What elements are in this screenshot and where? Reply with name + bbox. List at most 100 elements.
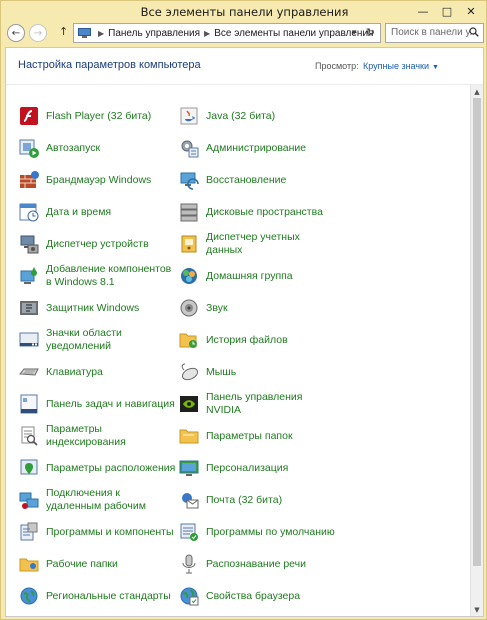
cp-item-label: Параметры расположения: [46, 461, 176, 474]
control-panel-icon: [78, 28, 91, 38]
cp-item-programs[interactable]: Программы и компоненты: [18, 517, 178, 547]
sound-icon: [180, 299, 198, 317]
cp-item-device-manager[interactable]: Диспетчер устройств: [18, 229, 178, 259]
maximize-button[interactable]: □: [436, 3, 458, 19]
cp-item-work-folders[interactable]: Рабочие папки: [18, 549, 178, 579]
java-icon: [180, 107, 198, 125]
minimize-icon: —: [417, 4, 429, 18]
minimize-button[interactable]: —: [412, 3, 434, 19]
cp-item-java[interactable]: Java (32 бита): [178, 101, 338, 131]
personalization-icon: [179, 460, 199, 476]
title-bar[interactable]: Все элементы панели управления — □ ✕: [1, 1, 487, 23]
view-by-label: Просмотр:: [315, 61, 359, 71]
firewall-icon: [20, 171, 39, 188]
cp-item-mail[interactable]: Почта (32 бита): [178, 485, 338, 515]
date-time-icon: [19, 203, 39, 222]
cp-item-label: Панель задач и навигация: [46, 397, 175, 410]
cp-item-label: Программы по умолчанию: [206, 525, 335, 538]
back-button[interactable]: ←: [7, 24, 25, 42]
cp-item-notification-icons[interactable]: Значки области уведомлений: [18, 325, 178, 355]
cp-item-defender[interactable]: Защитник Windows: [18, 293, 178, 323]
taskbar-icon: [20, 394, 38, 414]
content-header: Настройка параметров компьютера Просмотр…: [6, 48, 483, 85]
cp-item-region[interactable]: Региональные стандарты: [18, 581, 178, 611]
cp-item-personalization[interactable]: Персонализация: [178, 453, 338, 483]
cp-item-sound[interactable]: Звук: [178, 293, 338, 323]
cp-item-file-history[interactable]: История файлов: [178, 325, 338, 355]
cp-item-label: Домашняя группа: [206, 269, 293, 282]
cp-item-label: Почта (32 бита): [206, 493, 283, 506]
cp-item-internet-options[interactable]: Свойства браузера: [178, 581, 338, 611]
close-button[interactable]: ✕: [460, 3, 482, 19]
cp-item-label: Региональные стандарты: [46, 589, 171, 602]
cp-item-label: Значки области уведомлений: [46, 327, 122, 352]
default-programs-icon: [180, 523, 198, 541]
view-by-value: Крупные значки: [363, 61, 430, 71]
cp-item-label: Панель управления NVIDIA: [206, 391, 303, 416]
cp-item-label: Диспетчер учетных данных: [206, 231, 300, 256]
cp-item-mouse[interactable]: Мышь: [178, 357, 338, 387]
cp-item-credential-manager[interactable]: Диспетчер учетных данных: [178, 229, 338, 259]
cp-item-storage-spaces[interactable]: Дисковые пространства: [178, 197, 338, 227]
cp-item-label: Распознавание речи: [206, 557, 306, 570]
cp-item-date-time[interactable]: Дата и время: [18, 197, 178, 227]
content-pane: Настройка параметров компьютера Просмотр…: [5, 47, 484, 617]
scroll-up-icon[interactable]: ▲: [471, 86, 483, 98]
cp-item-remote-desktop[interactable]: Подключения к удаленным рабочим: [18, 485, 178, 515]
internet-options-icon: [180, 587, 199, 606]
cp-item-label: Восстановление: [206, 173, 287, 186]
path-separator-icon: ▶: [204, 28, 211, 38]
cp-item-nvidia[interactable]: Панель управления NVIDIA: [178, 389, 338, 419]
cp-item-add-features[interactable]: Добавление компонентов в Windows 8.1: [18, 261, 178, 291]
cp-item-speech[interactable]: Распознавание речи: [178, 549, 338, 579]
remote-desktop-icon: [19, 492, 39, 509]
cp-item-homegroup[interactable]: Домашняя группа: [178, 261, 338, 291]
cp-item-label: Параметры индексирования: [46, 423, 126, 448]
refresh-icon[interactable]: ↻: [366, 26, 375, 39]
page-title: Настройка параметров компьютера: [18, 59, 201, 71]
scroll-down-icon[interactable]: ▼: [471, 604, 483, 616]
speech-icon: [182, 554, 196, 574]
mail-icon: [182, 493, 199, 509]
view-by-dropdown[interactable]: Крупные значки ▼: [363, 61, 439, 71]
window-controls: — □ ✕: [412, 3, 482, 19]
defender-icon: [20, 301, 38, 315]
cp-item-location-settings[interactable]: Параметры расположения: [18, 453, 178, 483]
storage-spaces-icon: [180, 203, 198, 222]
notification-icons-icon: [19, 332, 39, 347]
cp-item-label: Параметры папок: [206, 429, 293, 442]
cp-item-autoplay[interactable]: Автозапуск: [18, 133, 178, 163]
cp-item-taskbar[interactable]: Панель задач и навигация: [18, 389, 178, 419]
search-input[interactable]: Поиск в панели у...: [385, 23, 484, 43]
cp-item-indexing[interactable]: Параметры индексирования: [18, 421, 178, 451]
address-bar[interactable]: ▶ Панель управления ▶ Все элементы панел…: [73, 23, 381, 43]
homegroup-icon: [181, 268, 197, 284]
path-separator-icon: ▶: [98, 28, 105, 38]
cp-item-firewall[interactable]: Брандмауэр Windows: [18, 165, 178, 195]
add-features-icon: [20, 267, 37, 284]
scrollbar-thumb[interactable]: [473, 98, 481, 566]
cp-item-label: Java (32 бита): [206, 109, 276, 122]
forward-button[interactable]: →: [29, 24, 47, 42]
cp-item-folder-options[interactable]: Параметры папок: [178, 421, 338, 451]
cp-item-label: Свойства браузера: [206, 589, 301, 602]
cp-item-recovery[interactable]: Восстановление: [178, 165, 338, 195]
breadcrumb-control-panel[interactable]: Панель управления: [108, 28, 200, 39]
flash-player-icon: [20, 107, 38, 125]
location-settings-icon: [20, 459, 38, 475]
address-dropdown-icon[interactable]: ▼: [350, 28, 358, 37]
cp-item-flash-player[interactable]: Flash Player (32 бита): [18, 101, 178, 131]
up-button[interactable]: ↑: [59, 25, 68, 38]
cp-item-default-programs[interactable]: Программы по умолчанию: [178, 517, 338, 547]
cp-item-label: Администрирование: [206, 141, 307, 154]
search-icon[interactable]: [469, 27, 479, 37]
cp-item-label: Flash Player (32 бита): [46, 109, 152, 122]
close-icon: ✕: [466, 4, 476, 18]
cp-item-keyboard[interactable]: Клавиатура: [18, 357, 178, 387]
vertical-scrollbar[interactable]: ▲ ▼: [470, 85, 483, 616]
navigation-bar: ← → ↑ ▶ Панель управления ▶ Все элементы…: [5, 23, 484, 43]
cp-item-admin-tools[interactable]: Администрирование: [178, 133, 338, 163]
autoplay-icon: [19, 139, 39, 158]
nvidia-icon: [180, 396, 198, 412]
cp-item-label: Звук: [206, 301, 228, 314]
